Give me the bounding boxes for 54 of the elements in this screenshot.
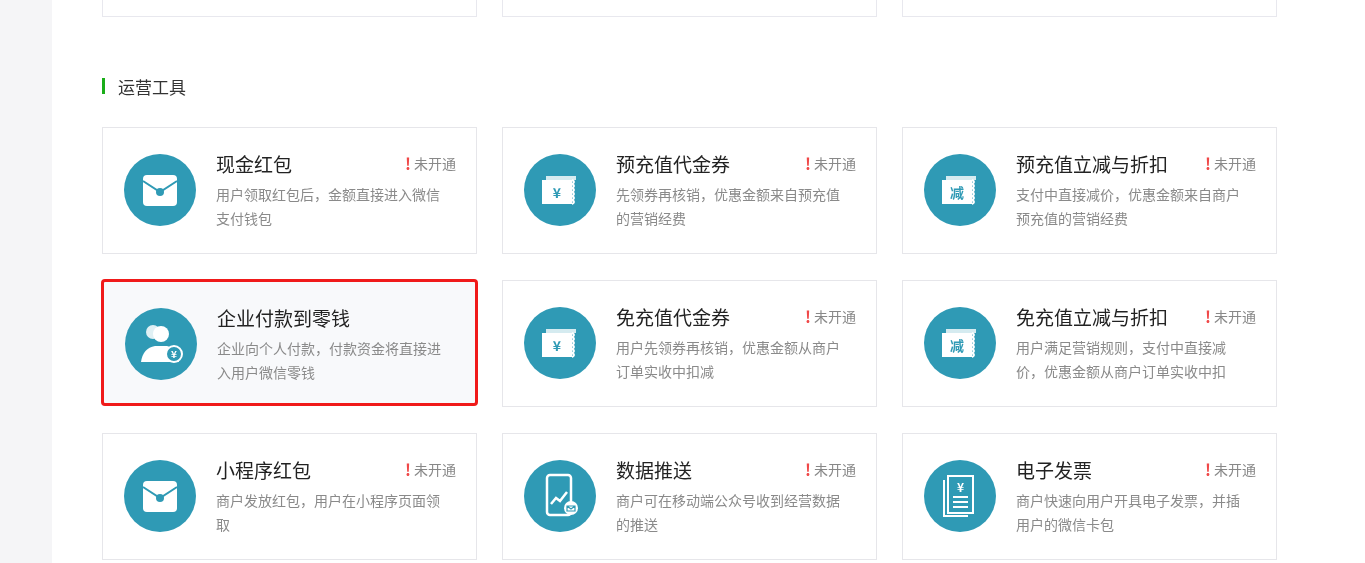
voucher-icon: 减 <box>924 154 996 226</box>
card-title: 免充值立减与折扣 <box>1016 302 1168 330</box>
tool-card[interactable]: 减 预充值立减与折扣 ! 未开通 支付中直接减价，优惠金额来自商户预充值的营销经费 <box>902 127 1277 254</box>
status-label: 未开通 <box>414 459 456 479</box>
invoice-icon: ¥ <box>924 460 996 532</box>
card-description: 商户发放红包，用户在小程序页面领取 <box>216 489 441 536</box>
envelope-icon <box>124 460 196 532</box>
status-label: 未开通 <box>414 153 456 173</box>
status-label: 未开通 <box>814 306 856 326</box>
card-description: 用户领取红包后，金额直接进入微信支付钱包 <box>216 183 441 230</box>
card-description: 企业向个人付款，付款资金将直接进入用户微信零钱 <box>217 337 442 384</box>
phone-chart-icon <box>524 460 596 532</box>
voucher-icon: ¥ <box>524 307 596 379</box>
status-label: 未开通 <box>1214 459 1256 479</box>
warning-mark: ! <box>405 457 411 481</box>
card-title: 电子发票 <box>1016 455 1092 483</box>
people-icon: ¥ <box>125 308 197 380</box>
envelope-icon <box>124 154 196 226</box>
tool-card[interactable]: ¥ 免充值代金券 ! 未开通 用户先领券再核销，优惠金额从商户订单实收中扣减 <box>502 280 877 407</box>
tool-card[interactable]: 现金红包 ! 未开通 用户领取红包后，金额直接进入微信支付钱包 <box>102 127 477 254</box>
status-label: 未开通 <box>1214 306 1256 326</box>
card-title: 现金红包 <box>216 149 292 177</box>
voucher-icon: 减 <box>924 307 996 379</box>
status-label: 未开通 <box>1214 153 1256 173</box>
warning-mark: ! <box>805 151 811 175</box>
card-description: 商户快速向用户开具电子发票，并插用户的微信卡包 <box>1016 489 1241 536</box>
card-description: 用户先领券再核销，优惠金额从商户订单实收中扣减 <box>616 336 841 383</box>
tool-card[interactable]: 小程序红包 ! 未开通 商户发放红包，用户在小程序页面领取 <box>102 433 477 560</box>
card-title: 小程序红包 <box>216 455 311 483</box>
status-label: 未开通 <box>814 459 856 479</box>
tool-card[interactable]: 数据推送 ! 未开通 商户可在移动端公众号收到经营数据的推送 <box>502 433 877 560</box>
tool-card[interactable]: ¥ 预充值代金券 ! 未开通 先领券再核销，优惠金额来自预充值的营销经费 <box>502 127 877 254</box>
card-description: 商户可在移动端公众号收到经营数据的推送 <box>616 489 841 536</box>
voucher-icon: ¥ <box>524 154 596 226</box>
warning-mark: ! <box>405 151 411 175</box>
card-description: 先领券再核销，优惠金额来自预充值的营销经费 <box>616 183 841 230</box>
warning-mark: ! <box>1205 457 1211 481</box>
card-title: 数据推送 <box>616 455 692 483</box>
card-description: 用户满足营销规则，支付中直接减价，优惠金额从商户订单实收中扣 <box>1016 336 1227 383</box>
warning-mark: ! <box>1205 304 1211 328</box>
tool-card[interactable]: ¥ 企业付款到零钱 企业向个人付款，付款资金将直接进入用户微信零钱 <box>101 279 478 406</box>
warning-mark: ! <box>805 304 811 328</box>
card-title: 企业付款到零钱 <box>217 303 350 331</box>
tool-card[interactable]: 减 免充值立减与折扣 ! 未开通 用户满足营销规则，支付中直接减价，优惠金额从商户订单实收中扣 <box>902 280 1277 407</box>
card-title: 免充值代金券 <box>616 302 730 330</box>
tool-card[interactable]: ¥ 电子发票 ! 未开通 商户快速向用户开具电子发票，并插用户的微信卡包 <box>902 433 1277 560</box>
warning-mark: ! <box>805 457 811 481</box>
card-description: 支付中直接减价，优惠金额来自商户预充值的营销经费 <box>1016 183 1241 230</box>
section-marker <box>102 78 105 94</box>
section-title: 运营工具 <box>118 73 186 99</box>
card-title: 预充值立减与折扣 <box>1016 149 1168 177</box>
warning-mark: ! <box>1205 151 1211 175</box>
card-title: 预充值代金券 <box>616 149 730 177</box>
status-label: 未开通 <box>814 153 856 173</box>
